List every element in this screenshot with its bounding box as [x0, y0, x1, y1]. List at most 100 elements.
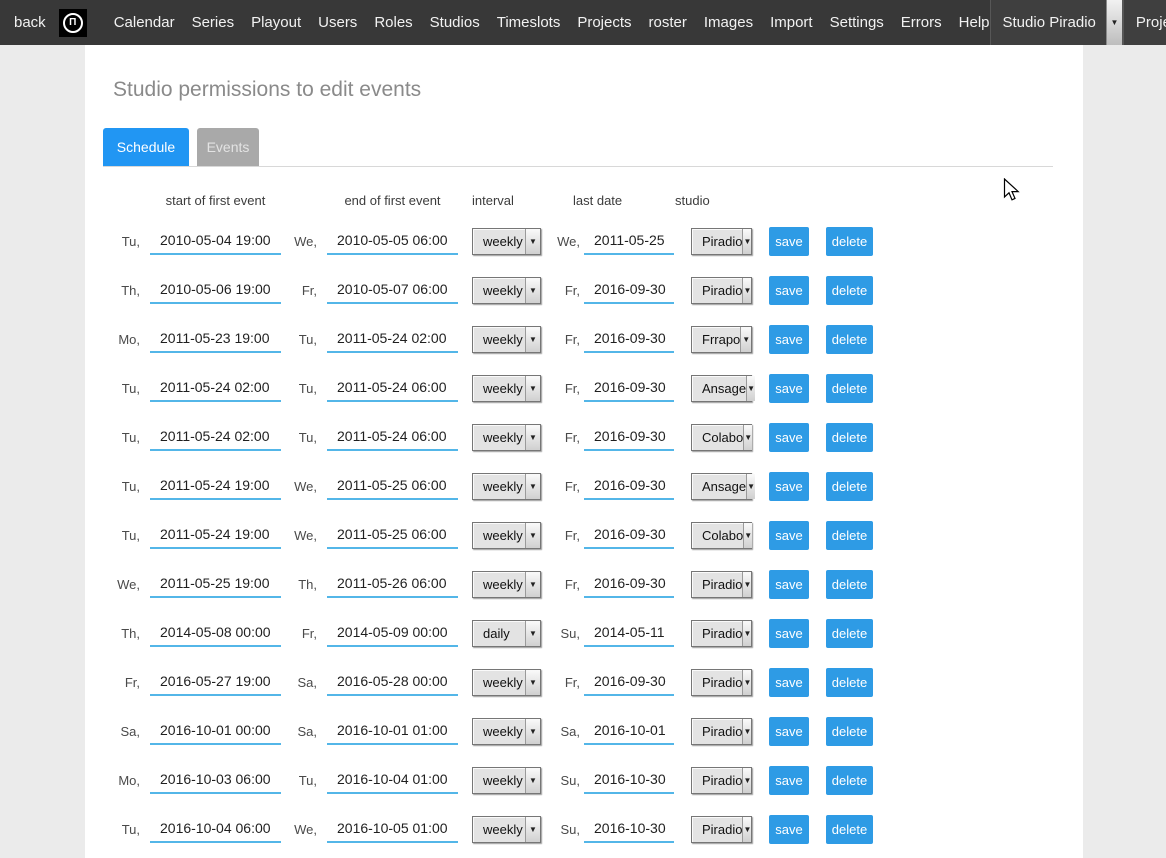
- delete-button[interactable]: delete: [826, 521, 873, 550]
- start-datetime-input[interactable]: [150, 621, 281, 647]
- start-datetime-input[interactable]: [150, 425, 281, 451]
- start-datetime-input[interactable]: [150, 278, 281, 304]
- studio-select[interactable]: Frrapo ▼: [691, 326, 752, 353]
- project-dropdown[interactable]: Project 88vier ▼: [1123, 0, 1166, 45]
- interval-select[interactable]: daily ▼: [472, 620, 541, 647]
- interval-select[interactable]: weekly ▼: [472, 375, 541, 402]
- end-datetime-input[interactable]: [327, 425, 458, 451]
- delete-button[interactable]: delete: [826, 423, 873, 452]
- studio-select[interactable]: Ansage ▼: [691, 375, 752, 402]
- save-button[interactable]: save: [769, 521, 809, 550]
- last-date-input[interactable]: [584, 768, 674, 794]
- nav-item-errors[interactable]: Errors: [901, 14, 942, 31]
- save-button[interactable]: save: [769, 619, 809, 648]
- save-button[interactable]: save: [769, 374, 809, 403]
- start-datetime-input[interactable]: [150, 229, 281, 255]
- delete-button[interactable]: delete: [826, 325, 873, 354]
- nav-item-import[interactable]: Import: [770, 14, 813, 31]
- delete-button[interactable]: delete: [826, 374, 873, 403]
- start-datetime-input[interactable]: [150, 376, 281, 402]
- chevron-down-icon[interactable]: ▼: [1106, 0, 1122, 45]
- last-date-input[interactable]: [584, 719, 674, 745]
- start-datetime-input[interactable]: [150, 523, 281, 549]
- end-datetime-input[interactable]: [327, 670, 458, 696]
- delete-button[interactable]: delete: [826, 227, 873, 256]
- studio-select[interactable]: Piradio ▼: [691, 228, 752, 255]
- last-date-input[interactable]: [584, 621, 674, 647]
- end-datetime-input[interactable]: [327, 719, 458, 745]
- interval-select[interactable]: weekly ▼: [472, 473, 541, 500]
- tab-events[interactable]: Events: [197, 128, 259, 166]
- interval-select[interactable]: weekly ▼: [472, 326, 541, 353]
- save-button[interactable]: save: [769, 717, 809, 746]
- delete-button[interactable]: delete: [826, 717, 873, 746]
- last-date-input[interactable]: [584, 327, 674, 353]
- end-datetime-input[interactable]: [327, 376, 458, 402]
- interval-select[interactable]: weekly ▼: [472, 571, 541, 598]
- nav-item-settings[interactable]: Settings: [830, 14, 884, 31]
- end-datetime-input[interactable]: [327, 768, 458, 794]
- end-datetime-input[interactable]: [327, 278, 458, 304]
- nav-item-roster[interactable]: roster: [649, 14, 687, 31]
- save-button[interactable]: save: [769, 472, 809, 501]
- studio-select[interactable]: Piradio ▼: [691, 571, 752, 598]
- studio-select[interactable]: Piradio ▼: [691, 669, 752, 696]
- last-date-input[interactable]: [584, 670, 674, 696]
- start-datetime-input[interactable]: [150, 670, 281, 696]
- save-button[interactable]: save: [769, 276, 809, 305]
- last-date-input[interactable]: [584, 523, 674, 549]
- last-date-input[interactable]: [584, 376, 674, 402]
- interval-select[interactable]: weekly ▼: [472, 228, 541, 255]
- studio-select[interactable]: Piradio ▼: [691, 277, 752, 304]
- delete-button[interactable]: delete: [826, 619, 873, 648]
- start-datetime-input[interactable]: [150, 327, 281, 353]
- end-datetime-input[interactable]: [327, 229, 458, 255]
- nav-item-calendar[interactable]: Calendar: [114, 14, 175, 31]
- delete-button[interactable]: delete: [826, 815, 873, 844]
- start-datetime-input[interactable]: [150, 817, 281, 843]
- save-button[interactable]: save: [769, 423, 809, 452]
- nav-item-help[interactable]: Help: [959, 14, 990, 31]
- nav-item-timeslots[interactable]: Timeslots: [497, 14, 561, 31]
- nav-item-users[interactable]: Users: [318, 14, 357, 31]
- end-datetime-input[interactable]: [327, 817, 458, 843]
- nav-item-series[interactable]: Series: [192, 14, 235, 31]
- nav-item-roles[interactable]: Roles: [374, 14, 412, 31]
- end-datetime-input[interactable]: [327, 327, 458, 353]
- save-button[interactable]: save: [769, 325, 809, 354]
- save-button[interactable]: save: [769, 815, 809, 844]
- delete-button[interactable]: delete: [826, 766, 873, 795]
- studio-select[interactable]: Colabo ▼: [691, 424, 752, 451]
- studio-select[interactable]: Piradio ▼: [691, 620, 752, 647]
- studio-select[interactable]: Piradio ▼: [691, 816, 752, 843]
- delete-button[interactable]: delete: [826, 570, 873, 599]
- studio-select[interactable]: Piradio ▼: [691, 767, 752, 794]
- last-date-input[interactable]: [584, 474, 674, 500]
- studio-select[interactable]: Piradio ▼: [691, 718, 752, 745]
- end-datetime-input[interactable]: [327, 523, 458, 549]
- delete-button[interactable]: delete: [826, 668, 873, 697]
- delete-button[interactable]: delete: [826, 276, 873, 305]
- nav-item-projects[interactable]: Projects: [577, 14, 631, 31]
- last-date-input[interactable]: [584, 278, 674, 304]
- interval-select[interactable]: weekly ▼: [472, 277, 541, 304]
- interval-select[interactable]: weekly ▼: [472, 767, 541, 794]
- studio-select[interactable]: Ansage ▼: [691, 473, 752, 500]
- start-datetime-input[interactable]: [150, 719, 281, 745]
- interval-select[interactable]: weekly ▼: [472, 816, 541, 843]
- save-button[interactable]: save: [769, 668, 809, 697]
- last-date-input[interactable]: [584, 817, 674, 843]
- save-button[interactable]: save: [769, 570, 809, 599]
- start-datetime-input[interactable]: [150, 768, 281, 794]
- nav-item-playout[interactable]: Playout: [251, 14, 301, 31]
- interval-select[interactable]: weekly ▼: [472, 669, 541, 696]
- end-datetime-input[interactable]: [327, 474, 458, 500]
- studio-select[interactable]: Colabo ▼: [691, 522, 752, 549]
- studio-dropdown[interactable]: Studio Piradio ▼: [990, 0, 1123, 45]
- interval-select[interactable]: weekly ▼: [472, 522, 541, 549]
- back-link[interactable]: back: [14, 14, 46, 31]
- nav-item-images[interactable]: Images: [704, 14, 753, 31]
- start-datetime-input[interactable]: [150, 474, 281, 500]
- pi-radio-logo-icon[interactable]: Π: [59, 9, 87, 37]
- last-date-input[interactable]: [584, 425, 674, 451]
